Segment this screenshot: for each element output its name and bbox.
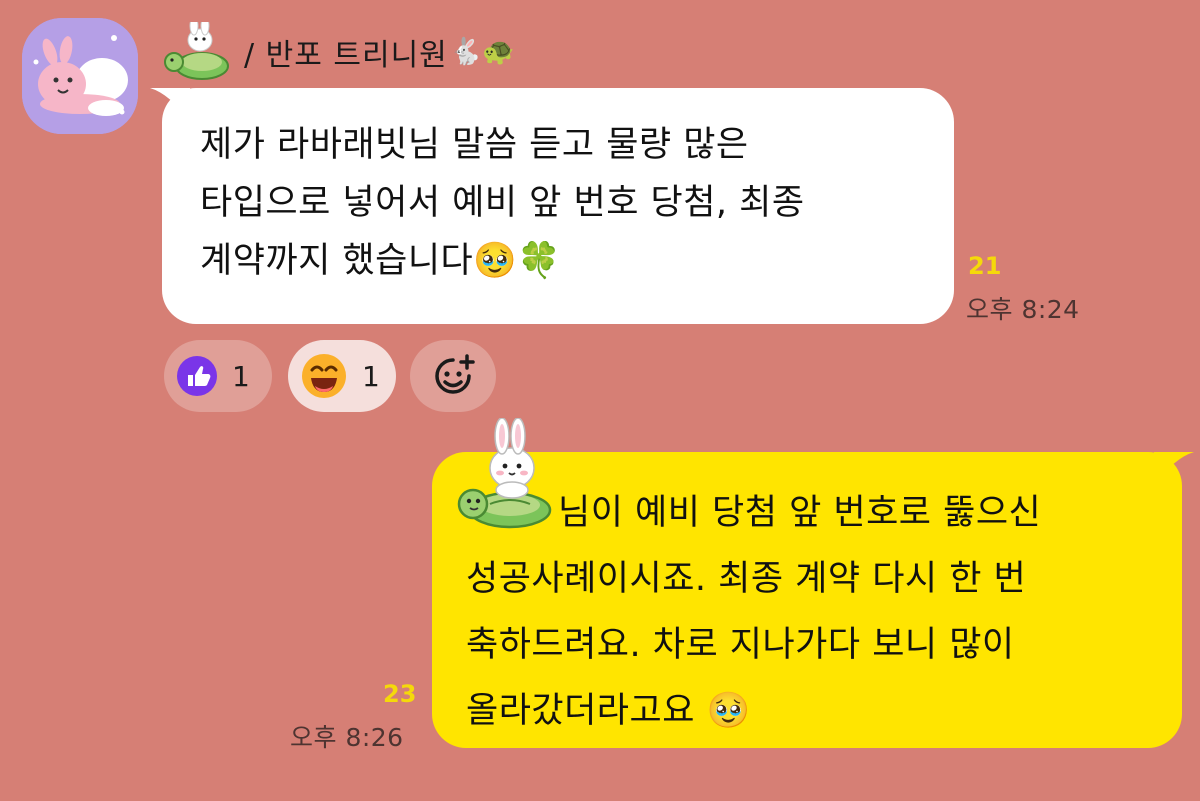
bunny-avatar-icon bbox=[22, 18, 138, 134]
pleading-clover-emoji-icon: 🥹🍀 bbox=[473, 241, 562, 281]
bubble-tail bbox=[1154, 452, 1194, 486]
message-line: 계약까지 했습니다🥹🍀 bbox=[200, 232, 914, 290]
add-reaction-button[interactable] bbox=[410, 340, 496, 412]
profile-avatar[interactable] bbox=[22, 18, 138, 134]
message-line: 올라갔더라고요 🥹 bbox=[466, 678, 1182, 744]
message-text: 올라갔더라고요 bbox=[466, 691, 695, 731]
unread-count: 23 bbox=[383, 680, 417, 708]
message-line: 타입으로 넣어서 예비 앞 번호 당첨, 최종 bbox=[200, 183, 805, 223]
pleading-face-emoji-icon: 🥹 bbox=[706, 691, 751, 731]
reaction-count: 1 bbox=[362, 359, 380, 393]
reaction-thumbs-up[interactable]: 1 bbox=[164, 340, 272, 412]
message-line: 제가 라바래빗님 말씀 듣고 물량 많은 bbox=[200, 125, 749, 165]
rabbit-turtle-sticker-icon bbox=[456, 417, 556, 530]
reaction-count: 1 bbox=[232, 359, 250, 393]
laughing-face-icon bbox=[302, 354, 346, 398]
message-line: 님이 예비 당첨 앞 번호로 뚫으신 bbox=[558, 493, 1042, 533]
reaction-laughing[interactable]: 1 bbox=[288, 340, 396, 412]
message-line: 축하드려요. 차로 지나가다 보니 많이 bbox=[466, 625, 1015, 665]
unread-count: 21 bbox=[968, 252, 1002, 280]
message-line: 성공사례이시죠. 최종 계약 다시 한 번 bbox=[466, 559, 1027, 599]
rabbit-turtle-emoji-icon: 🐇🐢 bbox=[449, 37, 515, 67]
add-reaction-icon bbox=[435, 354, 475, 394]
incoming-message-bubble[interactable]: 제가 라바래빗님 말씀 듣고 물량 많은 타입으로 넣어서 예비 앞 번호 당첨… bbox=[150, 88, 954, 324]
bubble-tail bbox=[150, 88, 190, 122]
sender-header: / 반포 트리니원 🐇🐢 bbox=[162, 16, 515, 82]
message-timestamp: 오후 8:24 bbox=[966, 295, 1080, 324]
sender-name[interactable]: / 반포 트리니원 bbox=[244, 30, 448, 74]
message-timestamp: 오후 8:26 bbox=[290, 723, 404, 752]
rabbit-turtle-sticker-icon bbox=[162, 16, 240, 82]
thumbs-up-icon bbox=[177, 356, 217, 396]
message-text: 계약까지 했습니다 bbox=[200, 241, 474, 281]
